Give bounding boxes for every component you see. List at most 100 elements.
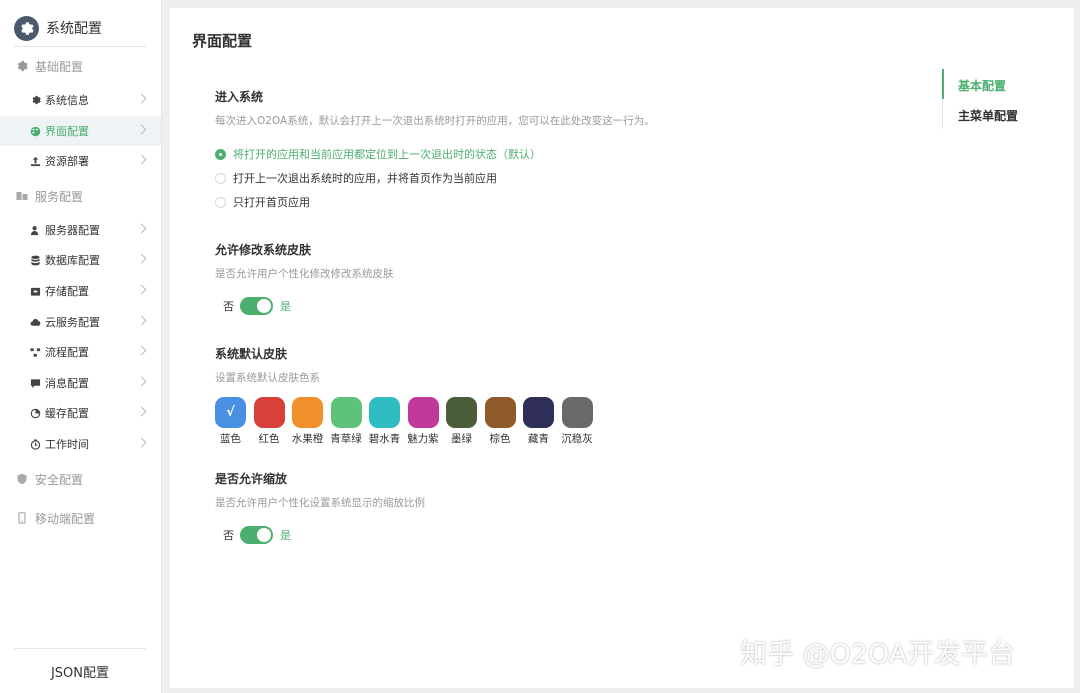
switch-off-label: 否 (223, 529, 234, 542)
enter-option-home-only[interactable]: 只打开首页应用 (215, 194, 310, 210)
chevron-right-icon (136, 154, 147, 165)
group-mobile-label: 移动端配置 (35, 511, 96, 526)
group-mobile[interactable]: 移动端配置 (16, 508, 95, 528)
group-basic-label: 基础配置 (35, 59, 84, 74)
sidebar-item-cache-config[interactable]: 缓存配置 (0, 398, 161, 428)
swatch-label: 棕色 (489, 433, 511, 445)
sidebar-item-system-info[interactable]: 系统信息 (0, 85, 161, 115)
swatch-chip (523, 397, 554, 428)
sidebar-item-label: 缓存配置 (45, 407, 89, 420)
sidebar-item-ui-config[interactable]: 界面配置 (0, 116, 161, 146)
skin-swatch-list: √ 蓝色 红色 水果橙 青草绿 碧水青 魅力紫 墨绿 棕色 藏青 沉稳灰 (215, 397, 600, 446)
swatch-chip (446, 397, 477, 428)
anchor-main-menu-config[interactable]: 主菜单配置 (958, 107, 1018, 124)
chevron-right-icon (136, 124, 147, 135)
chevron-right-icon (136, 315, 147, 326)
swatch-chip (484, 397, 516, 428)
radio-label: 将打开的应用和当前应用都定位到上一次退出时的状态（默认） (233, 148, 541, 161)
zoom-switch-row: 否 是 (223, 526, 291, 544)
zoom-toggle[interactable] (240, 526, 273, 544)
swatch-chip (330, 397, 362, 428)
gear-icon (30, 95, 41, 106)
skin-change-toggle[interactable] (240, 297, 273, 315)
chevron-right-icon (136, 93, 147, 104)
page-title: 界面配置 (192, 32, 253, 50)
sidebar-item-storage-config[interactable]: 存储配置 (0, 276, 161, 306)
swatch-label: 墨绿 (451, 433, 472, 445)
swatch-label: 青草绿 (330, 433, 362, 445)
skin-swatch-brown[interactable]: 棕色 (484, 397, 516, 446)
sidebar-item-flow-config[interactable]: 流程配置 (0, 337, 161, 367)
skin-change-title: 允许修改系统皮肤 (215, 243, 312, 257)
skin-swatch-cyan[interactable]: 碧水青 (369, 397, 400, 446)
swatch-chip (253, 397, 285, 428)
group-basic: 基础配置 (16, 56, 83, 76)
sidebar-item-label: 服务器配置 (45, 224, 100, 237)
sidebar-item-label: 系统信息 (45, 94, 89, 107)
sidebar-item-message-config[interactable]: 消息配置 (0, 368, 161, 398)
radio-label: 打开上一次退出系统时的应用，并将首页作为当前应用 (233, 172, 497, 185)
chevron-right-icon (136, 284, 147, 295)
swatch-chip (407, 397, 439, 428)
storage-icon (30, 286, 41, 297)
swatch-chip (561, 397, 593, 428)
palette-icon (30, 126, 41, 137)
sidebar-item-resource-deploy[interactable]: 资源部署 (0, 146, 161, 176)
chevron-right-icon (136, 345, 147, 356)
skin-swatch-blue[interactable]: √ 蓝色 (215, 397, 246, 446)
sidebar-item-label: 存储配置 (45, 285, 89, 298)
sidebar-item-server-config[interactable]: 服务器配置 (0, 215, 161, 245)
enter-option-restore-all[interactable]: 将打开的应用和当前应用都定位到上一次退出时的状态（默认） (215, 146, 541, 162)
swatch-label: 蓝色 (220, 433, 241, 445)
sidebar-item-cloud-config[interactable]: 云服务配置 (0, 307, 161, 337)
default-skin-title: 系统默认皮肤 (215, 347, 288, 361)
sidebar-item-label: 界面配置 (45, 125, 89, 138)
gear-icon (16, 60, 28, 72)
watermark: 知乎 @O2OA开发平台 (740, 639, 1016, 670)
skin-swatch-navy[interactable]: 藏青 (523, 397, 554, 446)
servers-icon (16, 190, 28, 202)
settings-logo-icon (14, 15, 39, 41)
sidebar-item-database-config[interactable]: 数据库配置 (0, 245, 161, 275)
json-config-label: JSON配置 (50, 665, 110, 681)
radio-unchecked-icon (215, 196, 226, 208)
skin-swatch-orange[interactable]: 水果橙 (292, 397, 323, 446)
swatch-label: 红色 (258, 433, 280, 445)
skin-change-desc: 是否允许用户个性化修改修改系统皮肤 (215, 268, 394, 280)
chevron-right-icon (136, 376, 147, 387)
mobile-icon (16, 512, 28, 524)
sidebar-item-label: 消息配置 (45, 377, 89, 390)
skin-swatch-grass-green[interactable]: 青草绿 (330, 397, 362, 446)
radio-label: 只打开首页应用 (233, 196, 310, 209)
chevron-right-icon (136, 437, 147, 448)
group-security-label: 安全配置 (35, 472, 84, 487)
skin-change-switch-row: 否 是 (223, 297, 291, 315)
main-panel: 界面配置 进入系统 每次进入O2OA系统，默认会打开上一次退出系统时打开的应用，… (170, 8, 1074, 688)
message-icon (30, 378, 41, 389)
chevron-right-icon (136, 253, 147, 264)
anchor-basic-config[interactable]: 基本配置 (958, 77, 1006, 94)
chevron-right-icon (136, 223, 147, 234)
zoom-title: 是否允许缩放 (215, 472, 288, 486)
sidebar-item-label: 数据库配置 (45, 254, 100, 267)
enter-option-restore-home[interactable]: 打开上一次退出系统时的应用，并将首页作为当前应用 (215, 170, 497, 186)
skin-swatch-dark-green[interactable]: 墨绿 (446, 397, 477, 446)
chevron-right-icon (136, 406, 147, 417)
flow-icon (30, 347, 41, 358)
skin-swatch-gray[interactable]: 沉稳灰 (561, 397, 593, 446)
group-security[interactable]: 安全配置 (16, 469, 83, 489)
sidebar-item-label: 流程配置 (45, 346, 89, 359)
shield-icon (16, 473, 28, 485)
skin-swatch-purple[interactable]: 魅力紫 (407, 397, 439, 446)
sidebar-item-label: 云服务配置 (45, 316, 100, 329)
swatch-label: 藏青 (528, 433, 549, 445)
radio-unchecked-icon (215, 172, 226, 184)
cloud-icon (30, 317, 41, 328)
sidebar: 系统配置 基础配置 系统信息 界面配置 资源部署 服务配置 服务器配置 数据库配… (0, 0, 162, 693)
sidebar-item-work-time[interactable]: 工作时间 (0, 429, 161, 459)
skin-swatch-red[interactable]: 红色 (253, 397, 285, 446)
radio-checked-icon (215, 148, 226, 160)
swatch-label: 沉稳灰 (561, 433, 593, 445)
json-config-button[interactable]: JSON配置 (14, 648, 146, 693)
checkmark-icon: √ (215, 397, 246, 428)
